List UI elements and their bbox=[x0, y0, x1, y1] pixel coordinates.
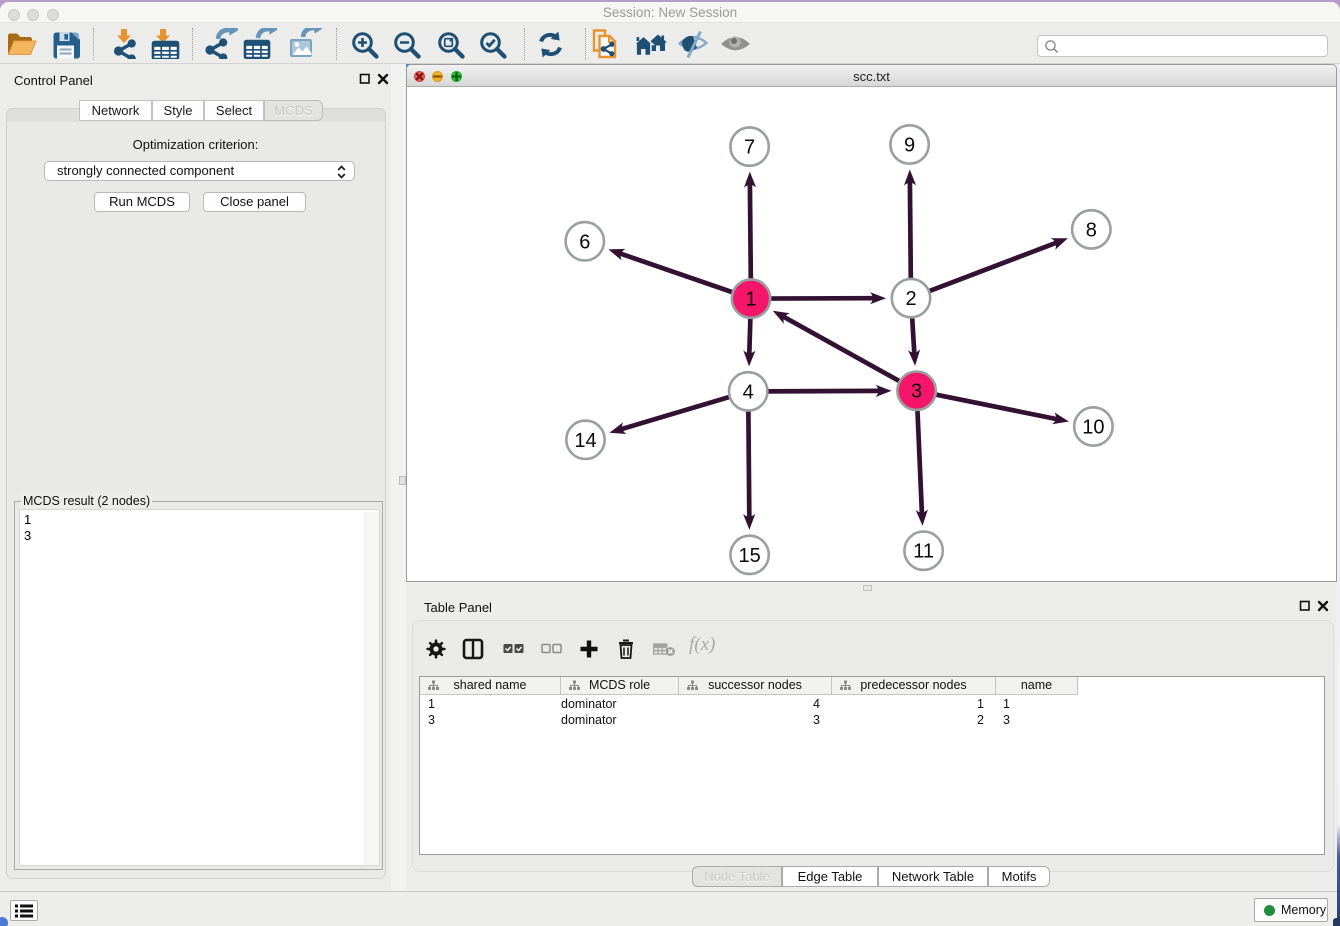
svg-text:15: 15 bbox=[738, 545, 760, 567]
svg-text:9: 9 bbox=[904, 135, 915, 157]
svg-text:1: 1 bbox=[745, 289, 756, 311]
svg-text:10: 10 bbox=[1082, 417, 1104, 439]
svg-text:4: 4 bbox=[743, 381, 754, 403]
svg-text:2: 2 bbox=[905, 288, 916, 310]
svg-text:8: 8 bbox=[1086, 219, 1097, 241]
svg-text:7: 7 bbox=[744, 137, 755, 159]
svg-text:6: 6 bbox=[579, 231, 590, 253]
svg-text:14: 14 bbox=[574, 430, 596, 452]
svg-text:3: 3 bbox=[911, 381, 922, 403]
svg-text:11: 11 bbox=[913, 541, 934, 563]
